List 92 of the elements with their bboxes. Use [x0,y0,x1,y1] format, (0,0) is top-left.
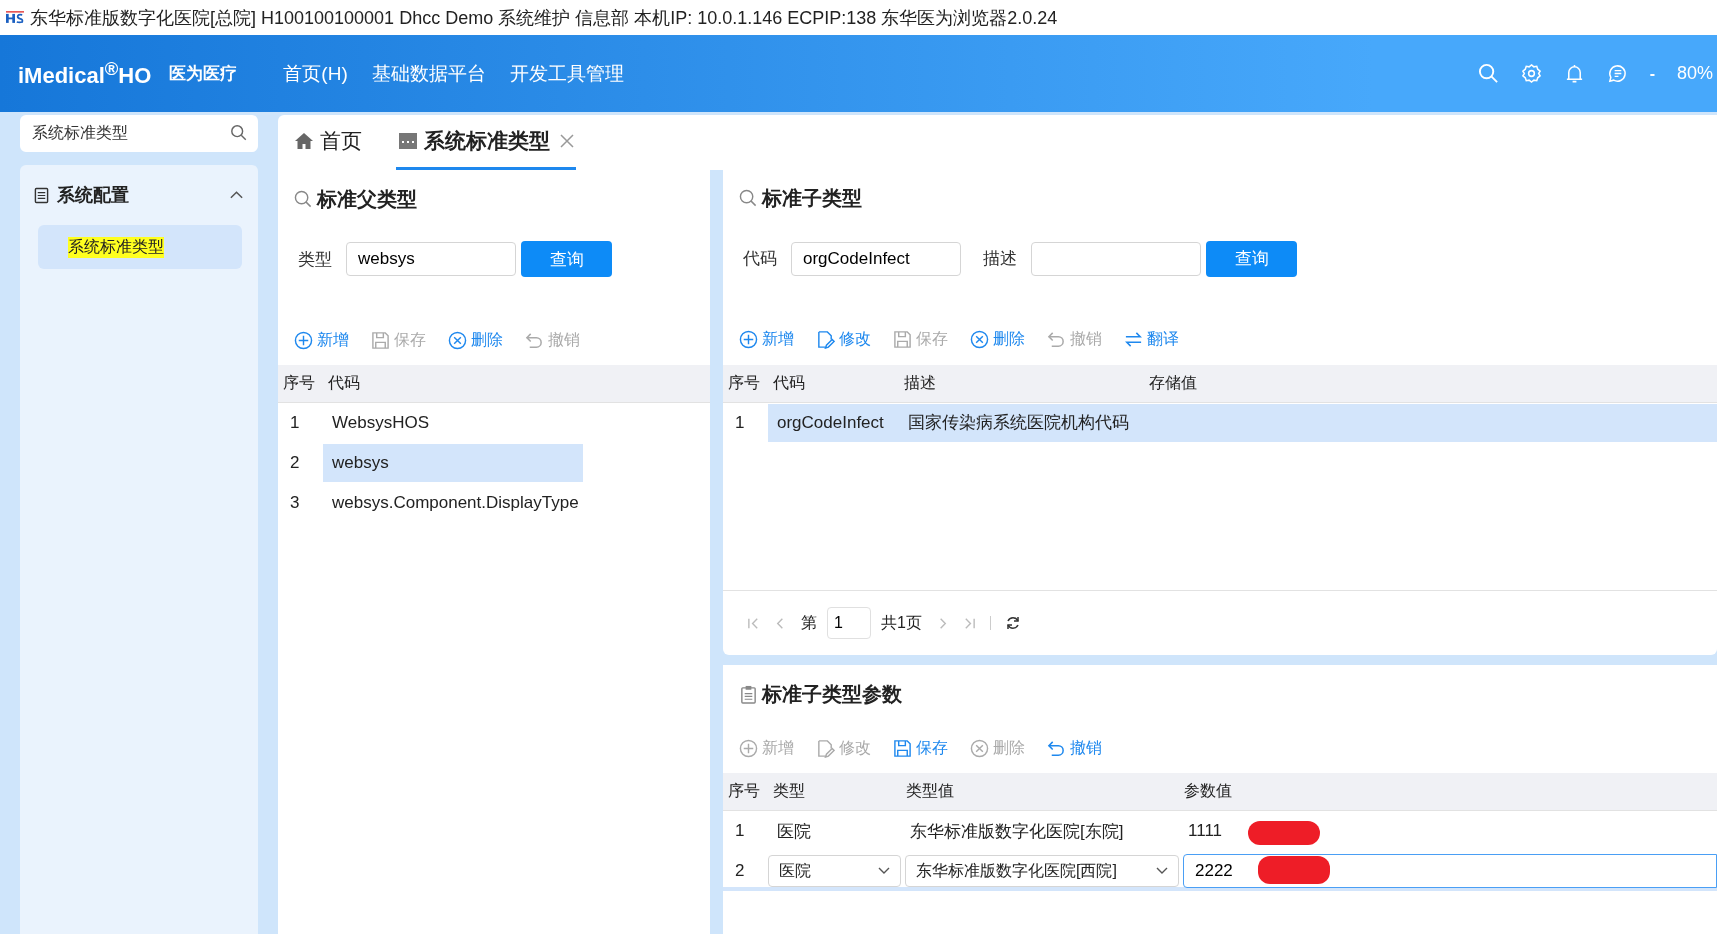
document-icon [34,186,49,204]
toolbar-button[interactable]: 删除 [448,329,503,351]
delete-icon [970,330,989,350]
toolbar-button[interactable]: 新增 [739,329,794,351]
save-icon [371,330,390,350]
table-cell: orgCodeInfect [768,403,899,442]
window-icon [398,132,418,150]
column-header: 序号 [282,373,316,393]
menu-group-title[interactable]: 系统配置 [57,183,129,207]
panel-title: 标准父类型 [317,186,417,212]
page-number-field[interactable]: 1 [827,607,871,640]
input-field[interactable] [1031,241,1201,276]
home-icon [294,132,314,150]
nav-menu-item[interactable]: 首页(H) [283,60,348,87]
last-page-icon[interactable] [962,616,976,630]
type-select[interactable]: 医院 [768,855,901,887]
save-icon [893,330,912,350]
toolbar-button[interactable]: 保存 [893,737,948,759]
edit-icon [816,738,835,758]
table-cell-text: 东华标准版数字化医院[东院] [909,820,1125,843]
message-icon[interactable] [1606,63,1628,84]
column-header: 序号 [727,372,761,393]
chevron-up-icon[interactable] [229,190,244,200]
app-logo-icon [6,11,24,24]
table-cell-text: 2 [289,452,301,474]
window-title: 东华标准版数字化医院[总院] H100100100001 Dhcc Demo 系统维护 信息部 本机IP: 10.0.1.146 ECPIP:138 东华医为浏览器2.0.24 [30,6,1058,30]
input-field[interactable]: 2222 [1183,854,1717,888]
input-field[interactable]: orgCodeInfect [791,241,961,276]
edit-icon [816,330,835,350]
toolbar-button[interactable]: 翻译 [1124,329,1179,351]
nav-menu-item[interactable]: 基础数据平台 [371,60,486,87]
column-header: 类型 [772,781,806,801]
table-cell-text: 3 [289,492,301,514]
column-header: 描述 [903,372,937,393]
brand-name: 医为医疗 [169,63,238,85]
product-logo: iMedical$^{®}$HO [18,57,152,90]
delete-icon [970,738,989,758]
column-header: 存储值 [1148,372,1197,393]
nav-menu-item[interactable]: 开发工具管理 [509,60,624,87]
search-icon[interactable] [230,124,248,142]
toolbar-button[interactable]: 撤销 [1047,737,1102,759]
type-value-select[interactable]: 东华标准版数字化医院[西院] [905,855,1179,887]
input-field[interactable]: websys [346,242,516,276]
chevron-down-icon [878,867,890,875]
zoom-level: 80% [1676,63,1713,84]
field-label: 类型 [298,248,332,271]
query-button[interactable]: 查询 [521,241,612,277]
refresh-icon[interactable] [1004,615,1021,632]
panel-title: 标准子类型 [762,186,862,212]
table-cell: websys [323,444,583,482]
table-cell-text: 2 [734,860,746,882]
save-icon [893,738,912,758]
table-cell-text: 1 [734,820,746,842]
first-page-icon[interactable] [747,616,760,630]
toolbar-button[interactable]: 删除 [970,329,1025,351]
search-icon[interactable] [1477,63,1499,84]
table-cell-text: 1 [734,411,746,434]
column-header: 类型值 [905,781,955,801]
search-icon [739,189,758,209]
page-label: 第 [801,612,817,633]
delete-icon [448,330,467,350]
table-cell-text: websys.Component.DisplayType [331,492,580,514]
column-header: 序号 [727,781,761,801]
query-button[interactable]: 查询 [1206,240,1297,277]
table-cell: 国家传染病系统医院机构代码 [899,403,1717,442]
menu-item-label: 系统标准类型 [68,236,164,258]
field-label: 描述 [983,248,1017,271]
column-header: 代码 [772,372,806,393]
add-icon [739,330,758,350]
close-icon[interactable] [560,134,574,148]
table-cell-text: WebsysHOS [331,412,430,434]
column-header: 代码 [327,373,361,393]
settings-icon[interactable] [1520,63,1542,84]
undo-icon [1047,330,1066,350]
table-cell-text: 1111 [1187,820,1223,842]
panel-title: 标准子类型参数 [762,681,902,707]
toolbar-button[interactable]: 新增 [294,329,349,351]
table-cell-text: 1 [289,412,301,434]
chevron-down-icon [1156,867,1168,875]
toolbar-button[interactable]: 修改 [816,329,871,351]
page-total: 共1页 [881,612,922,633]
add-icon [294,330,313,350]
menu-item[interactable]: 系统标准类型 [38,225,242,269]
zoom-out-button[interactable]: - [1649,64,1655,83]
field-label: 代码 [743,248,777,271]
tab[interactable]: 首页 [292,115,364,170]
search-icon [294,189,313,209]
column-header: 参数值 [1183,781,1232,801]
table-cell-text: 医院 [776,820,812,843]
add-icon [739,738,758,758]
clipboard-icon [739,684,758,704]
menu-search-field[interactable]: 系统标准类型 [20,115,258,152]
